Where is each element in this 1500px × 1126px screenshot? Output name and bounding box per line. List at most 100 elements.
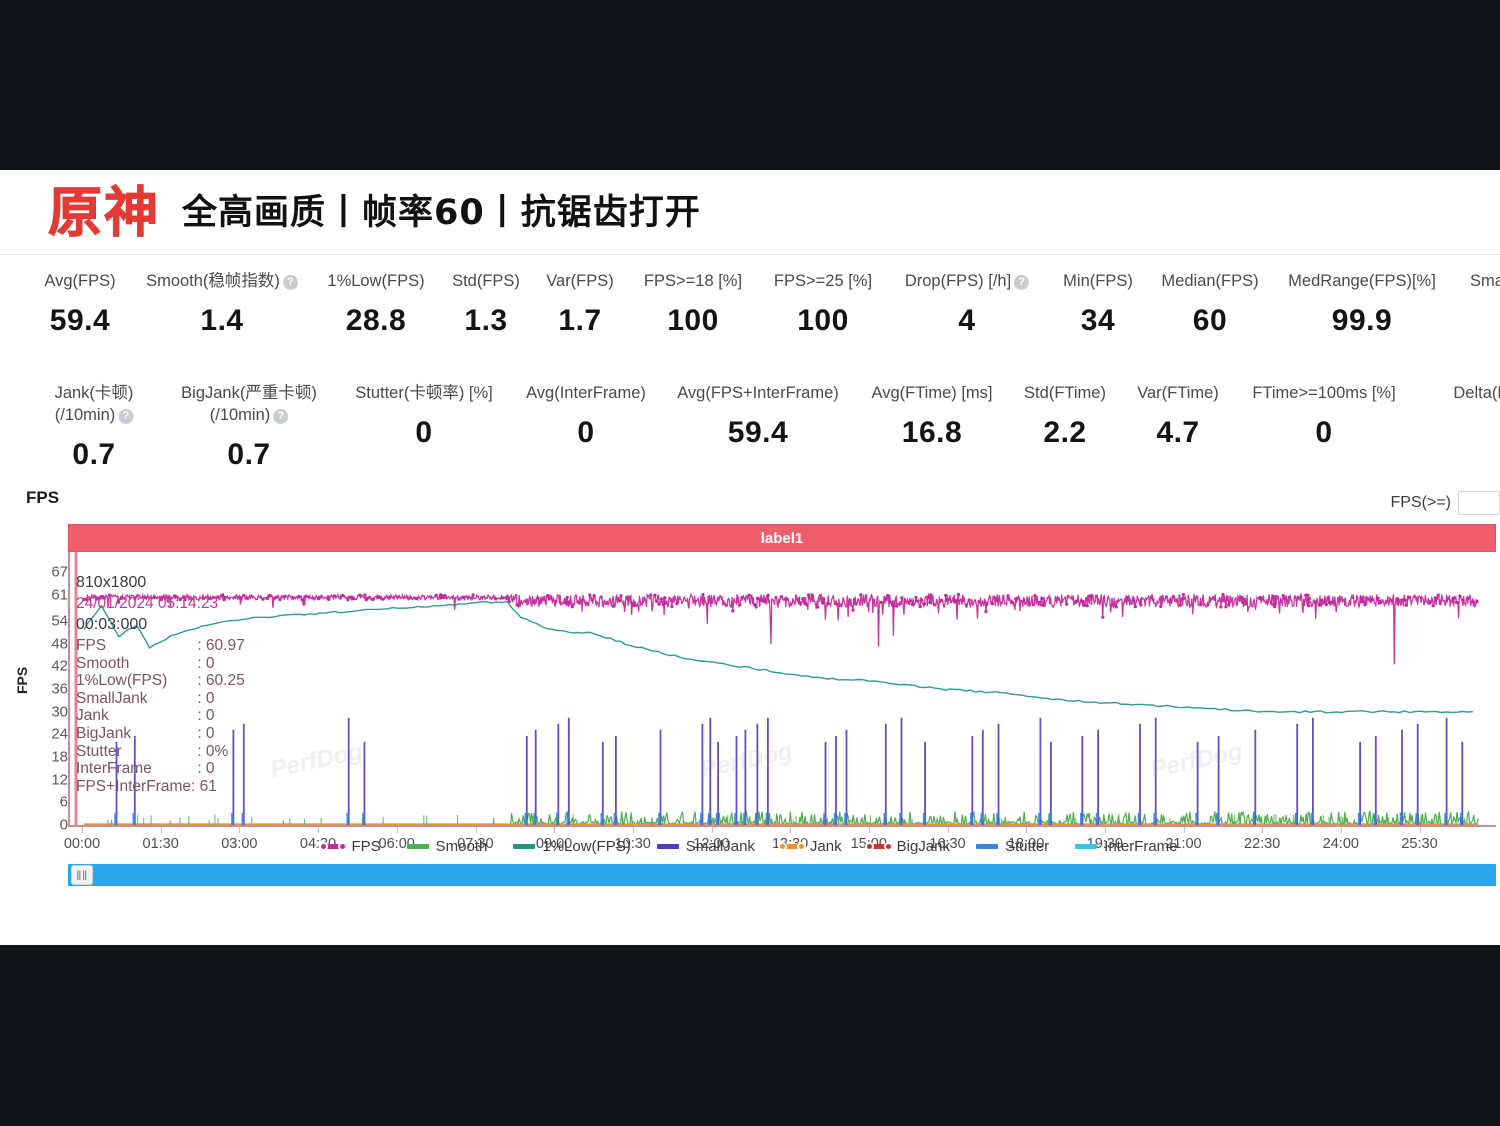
stat-value: 60 bbox=[1192, 304, 1228, 337]
stat-cell: Avg(FPS+InterFrame) 59.4 bbox=[677, 382, 839, 450]
scrollbar-grip[interactable]: ‖‖ bbox=[71, 865, 93, 885]
x-tick-mark bbox=[1026, 827, 1028, 833]
fps-filter-input[interactable] bbox=[1458, 491, 1500, 515]
stat-label: Avg(FPS+InterFrame) bbox=[677, 384, 839, 402]
stat-cell: BigJank(严重卡顿) (/10min)? 0.7 bbox=[181, 382, 317, 472]
stat-cell: Std(FTime) 2.2 bbox=[1024, 382, 1106, 450]
stat-label: Min(FPS) bbox=[1063, 272, 1133, 290]
legend-label: SmallJank bbox=[685, 838, 755, 855]
stat-label: BigJank(严重卡顿) (/10min)? bbox=[181, 384, 317, 426]
legend-label: FPS bbox=[351, 838, 381, 855]
help-icon[interactable]: ? bbox=[282, 275, 298, 290]
stat-cell: 1%Low(FPS) 28.8 bbox=[327, 270, 424, 338]
legend-item[interactable]: BigJank bbox=[864, 838, 950, 855]
stat-cell: Stutter(卡顿率) [%] 0 bbox=[355, 382, 493, 450]
legend-item[interactable]: FPS bbox=[319, 838, 381, 855]
legend-item[interactable]: SmallJank bbox=[656, 838, 755, 855]
stat-label: Avg(InterFrame) bbox=[526, 384, 646, 402]
legend-label: Stutter bbox=[1004, 838, 1050, 855]
legend-swatch bbox=[864, 842, 893, 851]
stat-label: Median(FPS) bbox=[1161, 272, 1259, 290]
stat-value: 1.7 bbox=[558, 304, 602, 337]
help-icon[interactable]: ? bbox=[273, 409, 289, 424]
legend-item[interactable]: Smooth bbox=[406, 838, 488, 855]
stat-value: 100 bbox=[797, 304, 849, 337]
legend-item[interactable]: InterFrame bbox=[1075, 838, 1178, 855]
stat-label-sub: (/10min)? bbox=[181, 404, 317, 426]
chart-legend: FPS Smooth 1%Low(FPS) SmallJank Jank BigJank S… bbox=[0, 838, 1500, 855]
legend-label: BigJank bbox=[896, 838, 950, 855]
y-axis-tick: 36 bbox=[22, 681, 77, 698]
stat-value: 0.7 bbox=[72, 438, 116, 471]
stat-cell: MedRange(FPS)[%] 99.9 bbox=[1288, 270, 1436, 338]
stat-cell: Jank(卡顿) (/10min)? 0.7 bbox=[55, 382, 134, 472]
stat-label: Drop(FPS) [/h]? bbox=[905, 270, 1030, 292]
help-icon[interactable]: ? bbox=[118, 409, 134, 424]
series-label-bar[interactable]: label1 bbox=[68, 524, 1496, 552]
stat-cell: Avg(FTime) [ms] 16.8 bbox=[871, 382, 992, 450]
y-axis-tick: 18 bbox=[22, 749, 77, 766]
stat-value: 59.4 bbox=[727, 416, 789, 449]
legend-swatch bbox=[513, 844, 536, 849]
legend-item[interactable]: Stutter bbox=[975, 838, 1050, 855]
x-tick-mark bbox=[947, 827, 949, 833]
stat-value: 4 bbox=[958, 304, 976, 337]
fps-filter-label: FPS(>=) bbox=[1390, 494, 1451, 511]
x-tick-mark bbox=[1419, 827, 1421, 833]
y-axis-tick: 24 bbox=[22, 726, 77, 743]
series-label-text: label1 bbox=[760, 529, 804, 547]
stat-label-sub: (/10min)? bbox=[55, 404, 134, 426]
y-axis-tick: 48 bbox=[22, 635, 77, 652]
cursor-line bbox=[74, 552, 78, 825]
stat-cell: Drop(FPS) [/h]? 4 bbox=[905, 270, 1030, 338]
plot-canvas[interactable]: PerfDog PerfDog PerfDog bbox=[68, 552, 1496, 827]
stat-cell: Avg(FPS) 59.4 bbox=[44, 270, 115, 338]
help-icon[interactable]: ? bbox=[1014, 275, 1030, 290]
legend-swatch bbox=[975, 844, 998, 849]
x-tick-mark bbox=[239, 827, 241, 833]
legend-label: Smooth bbox=[435, 838, 488, 855]
fps-chart-panel: FPS FPS(>=) label1 FPS 67 61 54 48 42 36 30 24 1… bbox=[0, 488, 1500, 945]
stat-label: Smooth(稳帧指数)? bbox=[146, 270, 298, 292]
legend-item[interactable]: Jank bbox=[777, 838, 842, 855]
graphics-settings-title: 全高画质丨帧率60丨抗锯齿打开 bbox=[182, 193, 701, 233]
stat-label: FPS>=18 [%] bbox=[643, 272, 743, 290]
stat-value: 99.9 bbox=[1331, 304, 1393, 337]
stat-value: 1.3 bbox=[464, 304, 508, 337]
stat-value: 2.2 bbox=[1043, 416, 1087, 449]
stat-cell: Avg(InterFrame) 0 bbox=[526, 382, 646, 450]
y-axis-tick: 30 bbox=[22, 703, 77, 720]
stat-label: Var(FTime) bbox=[1137, 384, 1219, 402]
stat-label: Var(FPS) bbox=[546, 272, 614, 290]
stat-value: 100 bbox=[667, 304, 719, 337]
stat-value: 1.4 bbox=[200, 304, 244, 337]
stat-value: 0 bbox=[415, 416, 433, 449]
fps-filter[interactable]: FPS(>=) bbox=[1391, 491, 1500, 515]
legend-swatch bbox=[406, 844, 429, 849]
y-axis: 67 61 54 48 42 36 30 24 18 12 6 0 bbox=[14, 552, 77, 834]
x-tick-mark bbox=[711, 827, 713, 833]
plot-area: FPS 67 61 54 48 42 36 30 24 18 12 6 0 PerfDog PerfD… bbox=[0, 552, 1500, 886]
legend-swatch bbox=[777, 842, 806, 851]
app-root: 原神 全高画质丨帧率60丨抗锯齿打开 Avg(FPS) 59.4 Smooth(稳帧… bbox=[0, 0, 1500, 1126]
stat-cell: Smooth(稳帧指数)? 1.4 bbox=[146, 270, 298, 338]
stat-label: Jank(卡顿) (/10min)? bbox=[54, 384, 134, 426]
stat-cell: Sma bbox=[1470, 270, 1500, 304]
x-tick-mark bbox=[554, 827, 556, 833]
x-tick-mark bbox=[1262, 827, 1264, 833]
stat-cell: FPS>=25 [%] 100 bbox=[774, 270, 872, 338]
x-tick-mark bbox=[1340, 827, 1342, 833]
x-tick-mark bbox=[632, 827, 634, 833]
stat-label: Avg(FTime) [ms] bbox=[871, 384, 993, 402]
legend-label: Jank bbox=[809, 838, 842, 855]
stat-label: FPS>=25 [%] bbox=[773, 272, 873, 290]
timeline-scrollbar[interactable]: ‖‖ bbox=[68, 864, 1496, 886]
legend-swatch bbox=[1075, 844, 1098, 849]
legend-item[interactable]: 1%Low(FPS) bbox=[513, 838, 631, 855]
stat-value: 28.8 bbox=[345, 304, 407, 337]
x-tick-mark bbox=[868, 827, 870, 833]
stat-value: 34 bbox=[1080, 304, 1116, 337]
x-tick-mark bbox=[1183, 827, 1185, 833]
stat-value: 0.7 bbox=[227, 438, 271, 471]
stat-label: MedRange(FPS)[%] bbox=[1288, 272, 1436, 290]
